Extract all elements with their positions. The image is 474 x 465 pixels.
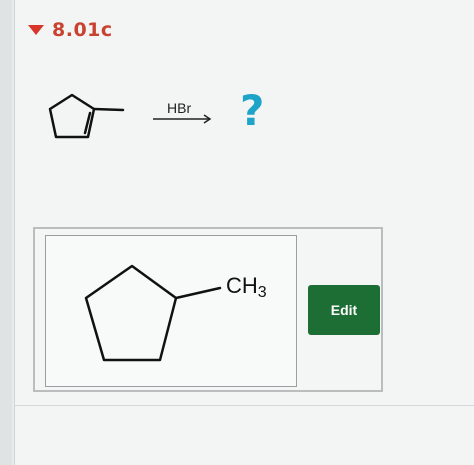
- reagent-label: HBr: [167, 100, 192, 116]
- reaction-arrow: [153, 114, 212, 124]
- structure-drawing-area[interactable]: CH3: [45, 235, 297, 387]
- ch3-main: CH: [226, 273, 258, 298]
- edit-button[interactable]: Edit: [308, 285, 380, 335]
- methylcyclopentene-structure: [48, 93, 125, 139]
- answer-area: CH3 Edit: [33, 227, 383, 392]
- collapse-triangle-icon[interactable]: [28, 25, 44, 35]
- ch3-subscript: 3: [257, 284, 267, 301]
- question-id: 8.01c: [52, 19, 113, 41]
- ch3-label: CH3: [226, 273, 267, 302]
- product-question-mark: ?: [240, 86, 265, 135]
- left-margin: [0, 0, 12, 465]
- reaction-scheme: [48, 93, 212, 139]
- question-header[interactable]: 8.01c: [28, 16, 113, 44]
- methylcyclopentane-structure: [84, 264, 222, 362]
- divider: [14, 405, 474, 406]
